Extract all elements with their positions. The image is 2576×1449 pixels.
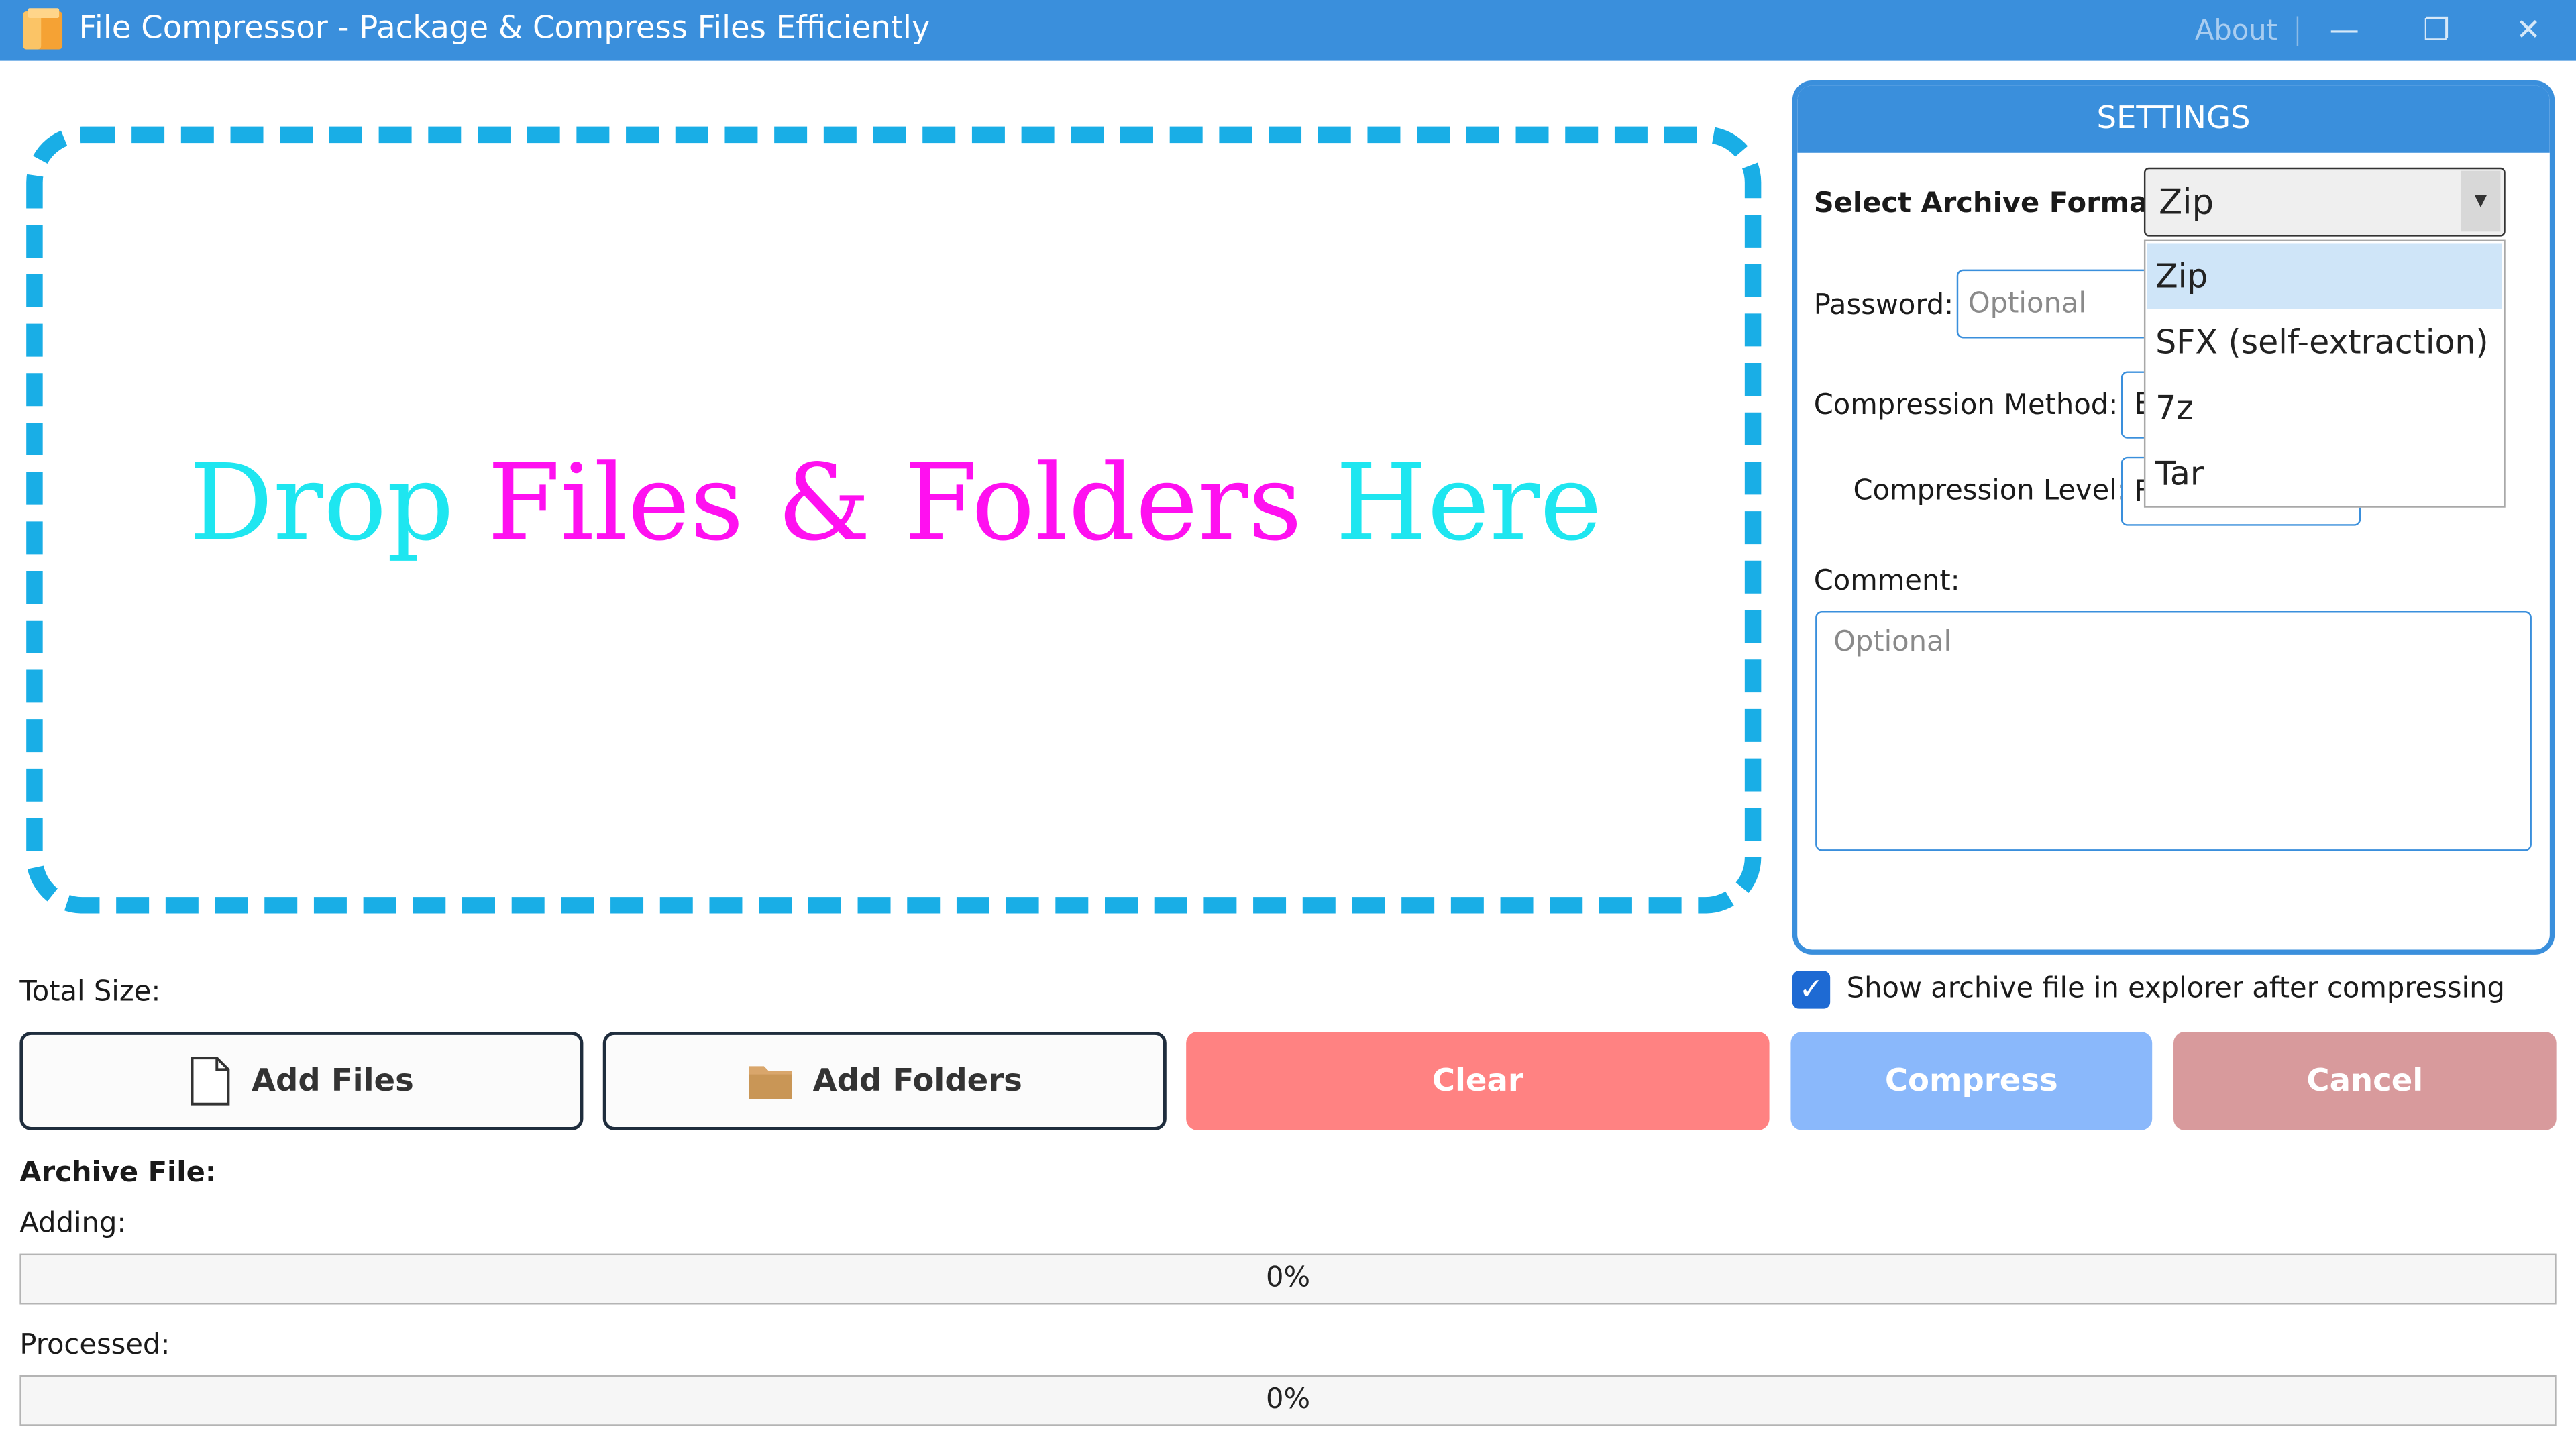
comment-label: Comment: xyxy=(1813,565,1960,598)
add-files-button[interactable]: Add Files xyxy=(19,1031,584,1130)
archive-format-select[interactable]: Zip ▼ xyxy=(2143,167,2506,237)
compression-method-label: Compression Method: xyxy=(1813,389,2118,423)
format-option-sfx[interactable]: SFX (self-extraction) xyxy=(2147,309,2502,374)
add-folders-button[interactable]: Add Folders xyxy=(602,1031,1167,1130)
minimize-button[interactable]: — xyxy=(2300,0,2389,61)
password-field[interactable]: Optional xyxy=(1956,269,2151,339)
caret-down-icon[interactable]: ▼ xyxy=(2461,170,2501,232)
archive-format-value: Zip xyxy=(2158,182,2214,222)
title-separator xyxy=(2296,16,2299,46)
add-folders-label: Add Folders xyxy=(812,1063,1022,1099)
drop-text-part1: Drop xyxy=(189,443,488,566)
clear-button[interactable]: Clear xyxy=(1186,1031,1770,1130)
drop-text-part2: Files & Folders xyxy=(487,443,1303,566)
window-title: File Compressor - Package & Compress Fil… xyxy=(78,9,930,46)
password-label: Password: xyxy=(1813,289,1954,323)
show-in-explorer-label: Show archive file in explorer after comp… xyxy=(1846,972,2505,1006)
processed-label: Processed: xyxy=(19,1329,170,1362)
processed-progress-text: 0% xyxy=(1265,1383,1311,1417)
archive-file-label: Archive File: xyxy=(19,1157,217,1190)
add-files-label: Add Files xyxy=(252,1063,414,1099)
adding-progress-text: 0% xyxy=(1265,1261,1311,1295)
restore-icon: ❐ xyxy=(2423,13,2450,48)
format-option-zip[interactable]: Zip xyxy=(2147,243,2502,309)
folder-icon xyxy=(747,1061,794,1101)
archive-format-dropdown: Zip SFX (self-extraction) 7z Tar xyxy=(2143,239,2506,508)
cancel-button[interactable]: Cancel xyxy=(2174,1031,2557,1130)
close-icon: ✕ xyxy=(2516,13,2541,48)
drop-zone-text: Drop Files & Folders Here xyxy=(0,443,1790,565)
title-bar: File Compressor - Package & Compress Fil… xyxy=(0,0,2576,61)
adding-label: Adding: xyxy=(19,1208,127,1240)
format-option-tar[interactable]: Tar xyxy=(2147,440,2502,506)
drop-text-part3: Here xyxy=(1302,443,1602,566)
close-button[interactable]: ✕ xyxy=(2484,0,2573,61)
show-in-explorer-checkbox[interactable]: ✓ xyxy=(1792,971,1831,1009)
archive-format-label: Select Archive Format: xyxy=(1813,187,2173,221)
restore-button[interactable]: ❐ xyxy=(2392,0,2481,61)
adding-progress-bar: 0% xyxy=(19,1253,2557,1305)
comment-textarea[interactable]: Optional xyxy=(1815,611,2532,851)
format-option-7z[interactable]: 7z xyxy=(2147,374,2502,440)
total-size-label: Total Size: xyxy=(19,975,161,1009)
settings-header: SETTINGS xyxy=(1797,85,2550,153)
checkmark-icon: ✓ xyxy=(1799,972,1824,1008)
minimize-icon: — xyxy=(2329,13,2359,48)
processed-progress-bar: 0% xyxy=(19,1375,2557,1426)
folder-archive-icon xyxy=(19,7,66,53)
password-placeholder: Optional xyxy=(1968,287,2086,321)
comment-placeholder: Optional xyxy=(1833,626,1952,659)
about-link[interactable]: About xyxy=(2195,15,2277,48)
compression-level-label: Compression Level: xyxy=(1853,474,2127,508)
file-icon xyxy=(189,1057,232,1106)
compress-button[interactable]: Compress xyxy=(1790,1031,2153,1130)
